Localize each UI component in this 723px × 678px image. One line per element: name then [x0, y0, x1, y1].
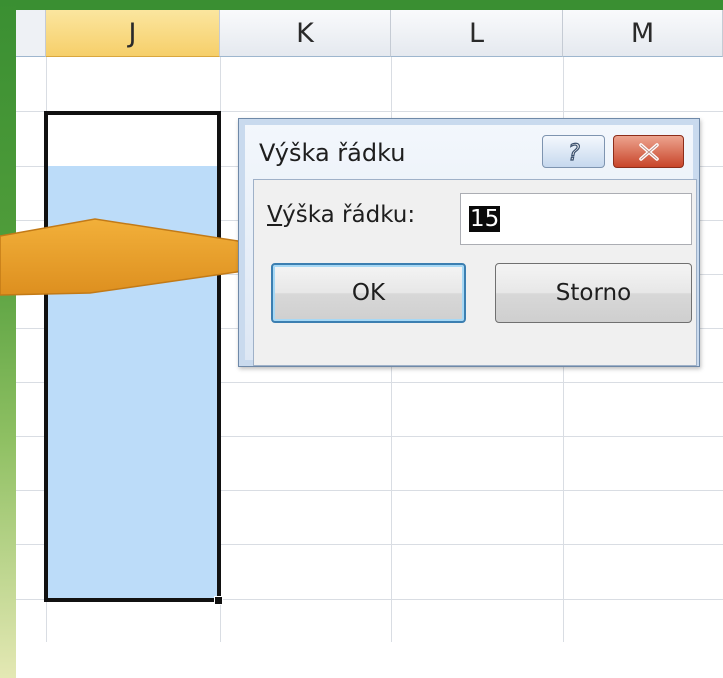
header-spacer [16, 10, 46, 57]
help-button[interactable]: ? [542, 135, 605, 168]
svg-text:?: ? [568, 141, 580, 164]
fill-handle[interactable] [214, 596, 223, 605]
column-header-j[interactable]: J [46, 10, 220, 57]
row-height-input[interactable]: 15 [460, 193, 692, 245]
row-height-label-text: ýška řádku: [282, 202, 416, 228]
accelerator-key: V [267, 202, 283, 228]
slide-left-border [0, 0, 16, 678]
row-height-label: Výška řádku: [267, 202, 415, 228]
question-mark-icon: ? [567, 140, 580, 164]
ok-button[interactable]: OK [271, 263, 466, 323]
selection-border [44, 111, 221, 602]
cancel-button[interactable]: Storno [495, 263, 692, 323]
dialog-title: Výška řádku [259, 139, 406, 167]
close-button[interactable] [613, 135, 684, 168]
column-header-k[interactable]: K [220, 10, 391, 57]
ok-button-label: OK [351, 280, 386, 306]
slide-top-border [0, 0, 723, 10]
row-height-value: 15 [469, 206, 501, 232]
row-height-dialog[interactable]: Výška řádku ? Výška řádku: 15 OK Storno [238, 118, 700, 367]
column-header-l[interactable]: L [391, 10, 563, 57]
close-icon [638, 142, 659, 161]
cancel-button-label: Storno [555, 280, 632, 306]
dialog-frame: Výška řádku ? Výška řádku: 15 OK Storno [239, 119, 699, 366]
column-header-m[interactable]: M [563, 10, 723, 57]
dialog-body: Výška řádku: 15 OK Storno [253, 179, 697, 366]
